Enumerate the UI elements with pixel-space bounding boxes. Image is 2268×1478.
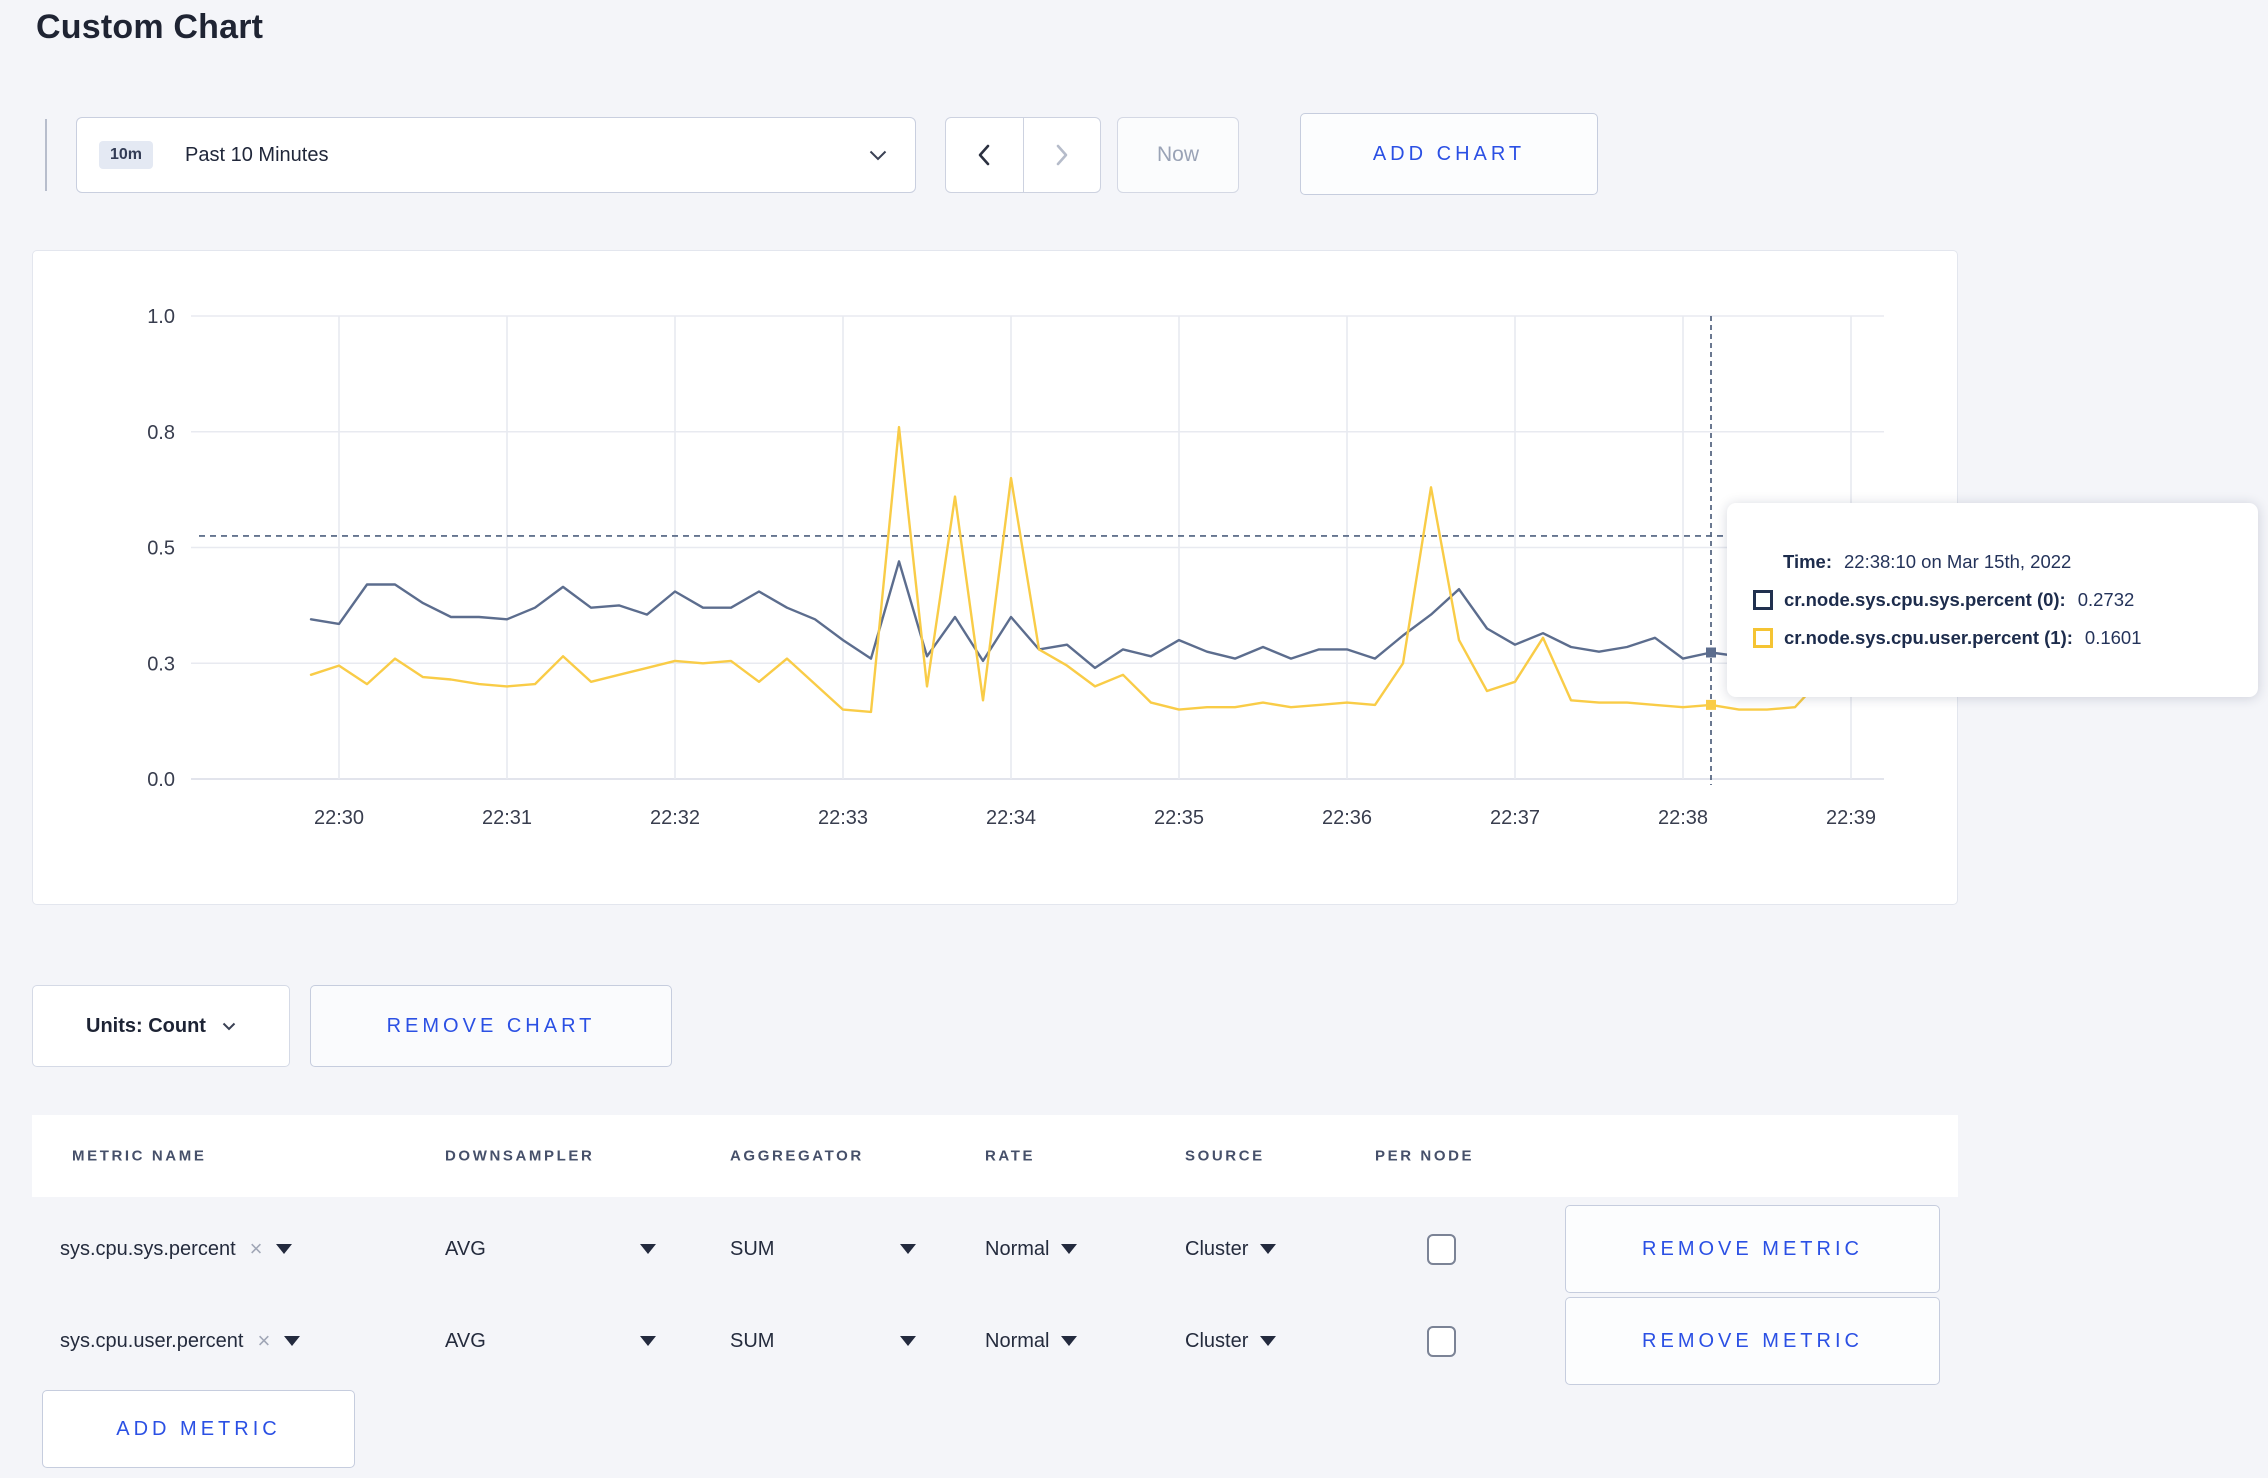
clear-metric-icon[interactable]: × — [257, 1328, 270, 1354]
svg-text:22:37: 22:37 — [1490, 807, 1540, 829]
svg-text:22:32: 22:32 — [650, 807, 700, 829]
chevron-right-icon — [1056, 144, 1068, 166]
metrics-table-header: METRIC NAME DOWNSAMPLER AGGREGATOR RATE … — [32, 1115, 1958, 1197]
now-button[interactable]: Now — [1117, 117, 1239, 193]
caret-down-icon[interactable] — [900, 1244, 916, 1254]
caret-down-icon[interactable] — [1260, 1244, 1277, 1254]
toolbar-divider — [45, 119, 47, 191]
tooltip-time-label: Time: — [1783, 551, 1833, 572]
caret-down-icon[interactable] — [1260, 1336, 1277, 1346]
svg-text:22:36: 22:36 — [1322, 807, 1372, 829]
metric-name-value: sys.cpu.user.percent — [60, 1329, 244, 1352]
svg-text:22:31: 22:31 — [482, 807, 532, 829]
chevron-down-icon — [869, 150, 887, 161]
header-downsampler: DOWNSAMPLER — [445, 1147, 595, 1165]
tooltip-sys-value: 0.2732 — [2077, 589, 2135, 610]
aggregator-value[interactable]: SUM — [730, 1238, 774, 1261]
caret-down-icon[interactable] — [640, 1336, 656, 1346]
next-interval-button[interactable] — [1024, 118, 1101, 192]
cpu-chart-svg[interactable]: 0.0 0.3 0.5 0.8 1.0 22:30 22:31 22:32 22:33 22:34… — [33, 251, 1959, 906]
tooltip-time-row: Time: 22:38:10 on Mar 15th, 2022 — [1783, 551, 2258, 573]
svg-text:22:35: 22:35 — [1154, 807, 1204, 829]
per-node-checkbox[interactable] — [1427, 1325, 1456, 1357]
caret-down-icon[interactable] — [276, 1244, 293, 1254]
svg-text:22:38: 22:38 — [1658, 807, 1708, 829]
source-value[interactable]: Cluster — [1185, 1330, 1248, 1353]
svg-text:22:30: 22:30 — [314, 807, 364, 829]
sys-series-swatch-icon — [1753, 590, 1773, 610]
time-range-label: Past 10 Minutes — [185, 143, 329, 166]
tooltip-series-row: cr.node.sys.cpu.user.percent (1): 0.1601 — [1753, 627, 2258, 649]
aggregator-value[interactable]: SUM — [730, 1330, 774, 1353]
svg-text:22:33: 22:33 — [818, 807, 868, 829]
header-metric-name: METRIC NAME — [72, 1147, 207, 1165]
add-metric-button[interactable]: ADD METRIC — [42, 1390, 355, 1468]
time-pager — [945, 117, 1101, 193]
svg-text:22:39: 22:39 — [1826, 807, 1876, 829]
tooltip-user-value: 0.1601 — [2084, 627, 2142, 648]
remove-metric-button[interactable]: REMOVE METRIC — [1565, 1297, 1940, 1385]
metric-row: sys.cpu.sys.percent × AVG SUM Normal Clu… — [32, 1203, 1958, 1295]
svg-text:1.0: 1.0 — [147, 306, 175, 328]
svg-text:0.5: 0.5 — [147, 538, 175, 560]
custom-chart-page: Custom Chart 10m Past 10 Minutes Now ADD… — [0, 0, 2268, 1478]
caret-down-icon[interactable] — [640, 1244, 656, 1254]
chevron-left-icon — [978, 144, 990, 166]
caret-down-icon[interactable] — [1061, 1336, 1078, 1346]
prev-interval-button[interactable] — [946, 118, 1024, 192]
time-range-badge: 10m — [99, 141, 154, 169]
caret-down-icon[interactable] — [900, 1336, 916, 1346]
caret-down-icon[interactable] — [1061, 1244, 1078, 1254]
metric-row: sys.cpu.user.percent × AVG SUM Normal Cl… — [32, 1295, 1958, 1387]
user-series-swatch-icon — [1753, 628, 1773, 648]
page-title: Custom Chart — [36, 8, 264, 46]
caret-down-icon[interactable] — [284, 1336, 301, 1346]
remove-metric-button[interactable]: REMOVE METRIC — [1565, 1205, 1940, 1293]
header-per-node: PER NODE — [1375, 1147, 1475, 1165]
tooltip-user-label: cr.node.sys.cpu.user.percent (1): — [1784, 627, 2073, 648]
chart-tooltip: Time: 22:38:10 on Mar 15th, 2022 cr.node… — [1727, 503, 2258, 697]
svg-text:0.8: 0.8 — [147, 422, 175, 444]
units-select[interactable]: Units: Count — [32, 985, 290, 1067]
tooltip-series-row: cr.node.sys.cpu.sys.percent (0): 0.2732 — [1753, 589, 2258, 611]
chart-card: 0.0 0.3 0.5 0.8 1.0 22:30 22:31 22:32 22:33 22:34… — [32, 250, 1958, 905]
clear-metric-icon[interactable]: × — [250, 1236, 263, 1262]
svg-text:0.3: 0.3 — [147, 653, 175, 675]
per-node-checkbox[interactable] — [1427, 1233, 1456, 1265]
time-range-select[interactable]: 10m Past 10 Minutes — [76, 117, 916, 193]
downsampler-value[interactable]: AVG — [445, 1238, 486, 1261]
downsampler-value[interactable]: AVG — [445, 1330, 486, 1353]
tooltip-time-value: 22:38:10 on Mar 15th, 2022 — [1844, 551, 2072, 572]
tooltip-sys-label: cr.node.sys.cpu.sys.percent (0): — [1784, 589, 2066, 610]
svg-text:22:34: 22:34 — [986, 807, 1036, 829]
source-value[interactable]: Cluster — [1185, 1238, 1248, 1261]
svg-text:0.0: 0.0 — [147, 769, 175, 791]
header-rate: RATE — [985, 1147, 1036, 1165]
metric-name-value: sys.cpu.sys.percent — [60, 1237, 236, 1260]
add-chart-button[interactable]: ADD CHART — [1300, 113, 1598, 195]
header-aggregator: AGGREGATOR — [730, 1147, 864, 1165]
chevron-down-icon — [222, 1022, 236, 1030]
remove-chart-button[interactable]: REMOVE CHART — [310, 985, 672, 1067]
header-source: SOURCE — [1185, 1147, 1265, 1165]
units-select-label: Units: Count — [86, 1014, 206, 1037]
rate-value[interactable]: Normal — [985, 1330, 1049, 1353]
rate-value[interactable]: Normal — [985, 1238, 1049, 1261]
